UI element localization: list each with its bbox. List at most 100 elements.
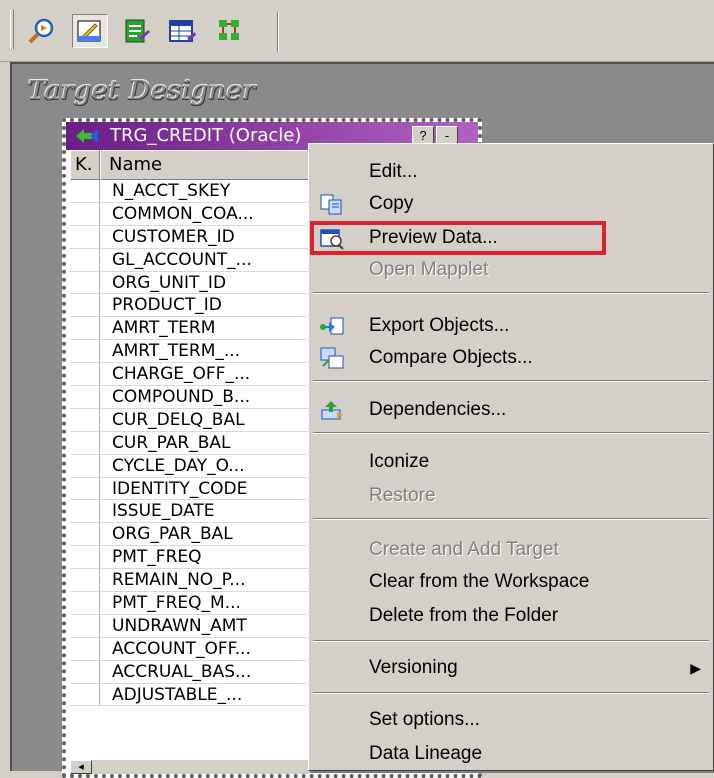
column-header-key[interactable]: K. xyxy=(70,150,100,180)
key-cell xyxy=(70,202,100,226)
menu-item-export-objects[interactable]: Export Objects... xyxy=(309,310,714,342)
table-row[interactable]: ISSUE_DATE xyxy=(70,500,310,524)
menu-item-copy[interactable]: Copy xyxy=(309,188,714,220)
target-table-icon xyxy=(76,129,98,143)
key-cell xyxy=(70,477,100,501)
column-name: N_ACCT_SKEY xyxy=(100,180,310,203)
menu-separator xyxy=(313,518,709,520)
table-row[interactable]: AMRT_TERM_... xyxy=(70,340,310,364)
key-cell xyxy=(70,454,100,478)
key-cell xyxy=(70,614,100,638)
submenu-arrow-icon: ▶ xyxy=(690,660,701,676)
table-row[interactable]: PMT_FREQ_M... xyxy=(70,592,310,615)
table-row[interactable]: ACCRUAL_BAS... xyxy=(70,660,310,684)
menu-item-label: Copy xyxy=(369,193,414,214)
edit-doc-button[interactable] xyxy=(118,14,154,48)
menu-item-iconize[interactable]: Iconize xyxy=(309,446,714,478)
workspace-title: Target Designer xyxy=(28,76,257,106)
tree-button[interactable] xyxy=(212,14,248,48)
menu-item-label: Export Objects... xyxy=(369,315,510,336)
column-name: ORG_UNIT_ID xyxy=(100,272,310,295)
key-cell xyxy=(70,569,100,593)
column-name: ISSUE_DATE xyxy=(100,500,310,524)
key-cell xyxy=(70,683,100,707)
table-row[interactable]: CUR_PAR_BAL xyxy=(70,431,310,455)
column-name: COMPOUND_B... xyxy=(100,386,310,409)
table-button[interactable] xyxy=(164,14,200,48)
menu-item-edit[interactable]: Edit... xyxy=(309,156,714,188)
table-row[interactable]: UNDRAWN_AMT xyxy=(70,614,310,638)
key-cell xyxy=(70,408,100,432)
export-icon xyxy=(320,317,344,335)
menu-item-label: Iconize xyxy=(369,451,430,472)
table-row[interactable]: CUR_DELQ_BAL xyxy=(70,408,310,432)
table-row[interactable]: CUSTOMER_ID xyxy=(70,225,310,249)
menu-item-clear-from-workspace[interactable]: Clear from the Workspace xyxy=(309,566,714,598)
column-name: CHARGE_OFF_... xyxy=(100,363,310,387)
table-row[interactable]: GL_ACCOUNT_... xyxy=(70,248,310,272)
column-header-name[interactable]: Name xyxy=(100,150,310,180)
search-find-button[interactable] xyxy=(24,14,60,48)
key-cell xyxy=(70,340,100,364)
table-row[interactable]: COMMON_COA... xyxy=(70,202,310,226)
table-row[interactable]: IDENTITY_CODE xyxy=(70,477,310,501)
dependencies-icon xyxy=(321,401,343,420)
key-cell xyxy=(70,386,100,409)
column-name: PMT_FREQ xyxy=(100,546,310,570)
column-name: AMRT_TERM xyxy=(100,317,310,341)
column-name: REMAIN_NO_P... xyxy=(100,569,310,593)
key-cell xyxy=(70,431,100,455)
key-cell xyxy=(70,248,100,272)
menu-separator xyxy=(313,380,709,382)
key-cell xyxy=(70,271,100,295)
menu-item-label: Data Lineage xyxy=(369,743,483,764)
menu-item-label: Clear from the Workspace xyxy=(369,571,590,592)
target-designer-icon xyxy=(77,20,101,42)
column-name: CUR_DELQ_BAL xyxy=(100,409,310,432)
menu-item-preview-data[interactable]: Preview Data... xyxy=(309,222,714,254)
table-row[interactable]: N_ACCT_SKEY xyxy=(70,180,310,203)
table-row[interactable]: REMAIN_NO_P... xyxy=(70,569,310,593)
table-row[interactable]: ORG_UNIT_ID xyxy=(70,271,310,295)
table-row[interactable]: CYCLE_DAY_O... xyxy=(70,454,310,478)
context-menu: Edit... Copy Preview Data... Open Mapple… xyxy=(308,143,714,771)
horizontal-scrollbar[interactable]: ◂ xyxy=(70,760,310,774)
column-name: CUR_PAR_BAL xyxy=(100,432,310,455)
key-cell xyxy=(70,225,100,249)
menu-item-create-and-add-target: Create and Add Target xyxy=(309,534,714,566)
table-row[interactable]: PRODUCT_ID xyxy=(70,294,310,318)
menu-item-label: Delete from the Folder xyxy=(369,605,559,626)
target-designer-button[interactable] xyxy=(72,14,108,48)
column-name: AMRT_TERM_... xyxy=(100,340,310,364)
toolbar-grip[interactable] xyxy=(10,10,14,50)
column-header: K. Name xyxy=(70,150,310,180)
toolbar xyxy=(0,0,714,62)
menu-separator xyxy=(313,692,709,694)
menu-item-label: Open Mapplet xyxy=(369,259,489,280)
menu-item-versioning[interactable]: Versioning ▶ xyxy=(309,652,714,684)
table-row[interactable]: ACCOUNT_OFF... xyxy=(70,637,310,661)
table-row[interactable]: ADJUSTABLE_... xyxy=(70,683,310,707)
menu-item-label: Create and Add Target xyxy=(369,539,559,560)
menu-item-label: Dependencies... xyxy=(369,399,507,420)
preview-data-icon xyxy=(320,229,344,250)
menu-item-compare-objects[interactable]: Compare Objects... xyxy=(309,342,714,374)
column-name: UNDRAWN_AMT xyxy=(100,615,310,638)
table-row[interactable]: PMT_FREQ xyxy=(70,546,310,570)
menu-item-dependencies[interactable]: Dependencies... xyxy=(309,394,714,426)
table-row[interactable]: COMPOUND_B... xyxy=(70,386,310,409)
edit-doc-icon xyxy=(125,19,150,43)
menu-item-set-options[interactable]: Set options... xyxy=(309,704,714,736)
menu-item-label: Edit... xyxy=(369,161,418,182)
table-row[interactable]: ORG_PAR_BAL xyxy=(70,523,310,547)
menu-item-data-lineage[interactable]: Data Lineage xyxy=(309,738,714,770)
scroll-left-button[interactable]: ◂ xyxy=(70,760,92,774)
column-list: N_ACCT_SKEY COMMON_COA... CUSTOMER_ID GL… xyxy=(70,180,310,707)
menu-item-delete-from-folder[interactable]: Delete from the Folder xyxy=(309,600,714,632)
menu-item-label: Versioning xyxy=(369,657,458,678)
column-name: CYCLE_DAY_O... xyxy=(100,455,310,478)
table-row[interactable]: CHARGE_OFF_... xyxy=(70,363,310,387)
table-row[interactable]: AMRT_TERM xyxy=(70,317,310,341)
menu-item-label: Set options... xyxy=(369,709,480,730)
compare-icon xyxy=(320,347,344,369)
